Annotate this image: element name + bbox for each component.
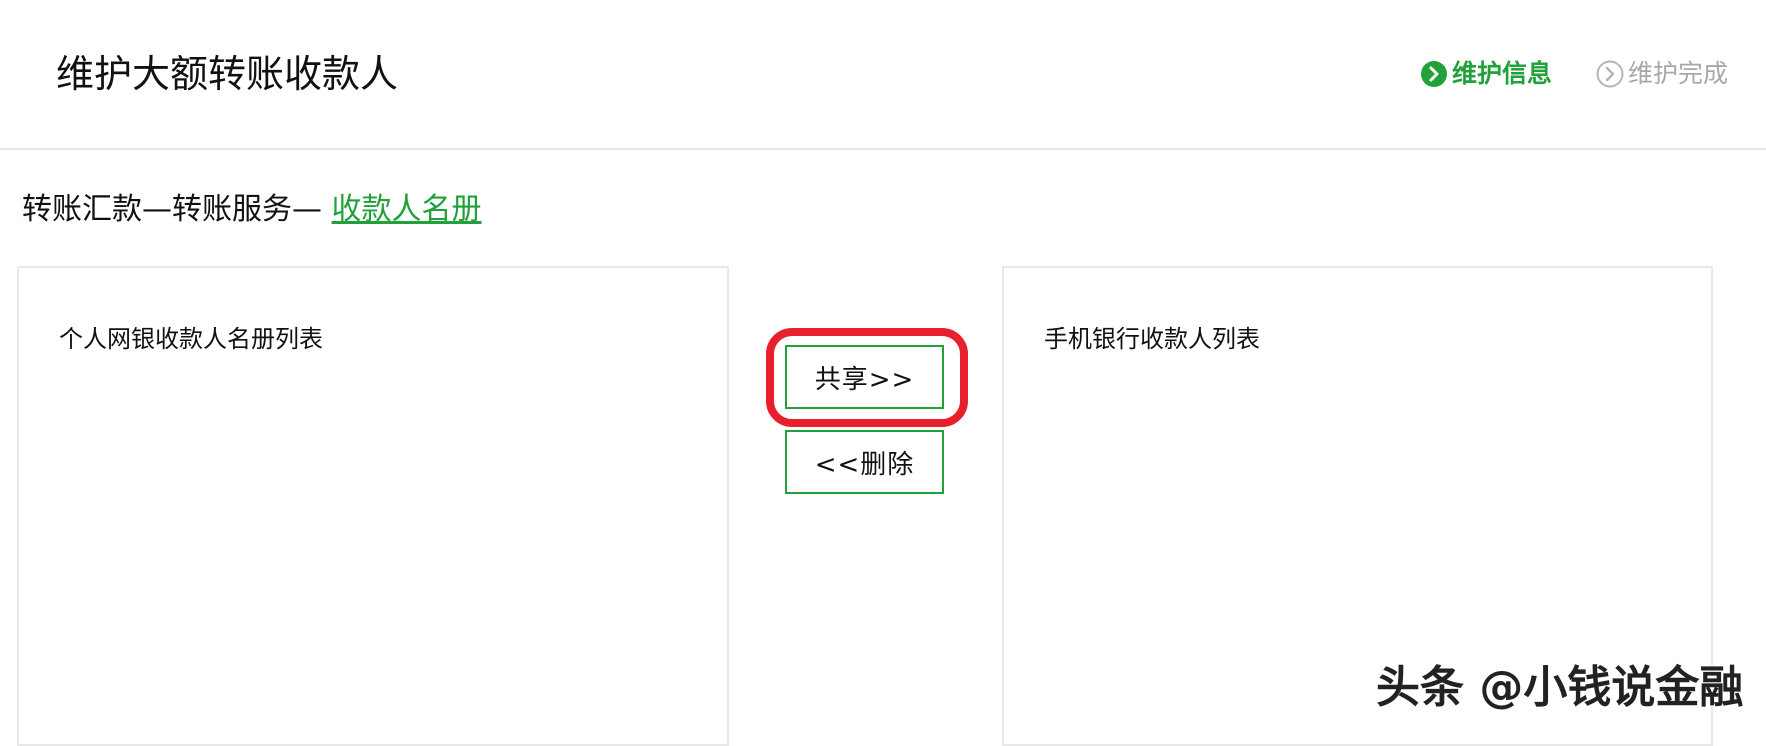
payee-directory-link[interactable]: 收款人名册	[332, 192, 482, 227]
step-maintain-info: 维护信息	[1420, 56, 1552, 92]
share-button[interactable]: 共享>>	[785, 345, 944, 409]
breadcrumb: 转账汇款—转账服务— 收款人名册	[22, 188, 482, 232]
online-banking-payee-list-panel: 个人网银收款人名册列表	[17, 266, 729, 746]
step-maintain-complete: 维护完成	[1596, 56, 1728, 92]
breadcrumb-path: 转账汇款—转账服务—	[22, 192, 332, 227]
delete-button[interactable]: <<删除	[785, 430, 944, 494]
chevron-right-circle-outline-icon	[1596, 60, 1624, 88]
page-header: 维护大额转账收款人 维护信息 维护完成	[0, 0, 1766, 150]
watermark: 头条 @小钱说金融	[1375, 661, 1744, 714]
step-label: 维护信息	[1452, 59, 1553, 88]
page-title: 维护大额转账收款人	[56, 52, 399, 96]
panel-title: 个人网银收款人名册列表	[59, 325, 323, 353]
panel-title: 手机银行收款人列表	[1044, 325, 1260, 353]
chevron-right-circle-icon	[1420, 60, 1448, 88]
step-label: 维护完成	[1628, 59, 1729, 88]
